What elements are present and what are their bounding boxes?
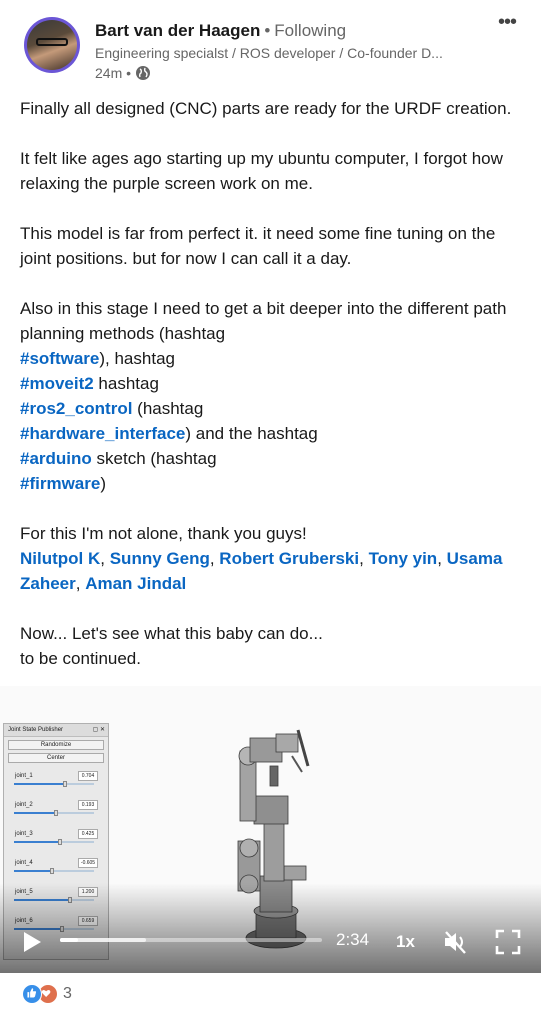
joint-slider-fill: [14, 812, 57, 814]
text-span: hashtag: [93, 374, 159, 393]
jsp-window-controls: ▢ ✕: [92, 727, 105, 733]
comma: ,: [209, 549, 220, 568]
text-span: ) and the hashtag: [185, 424, 318, 443]
post-paragraph-thanks: For this I'm not alone, thank you guys! N…: [20, 521, 525, 596]
post-paragraph-closing: Now... Let's see what this baby can do..…: [20, 621, 525, 671]
text-span: ): [100, 474, 106, 493]
joint-row: joint_4 -0.605: [8, 850, 104, 879]
post-time: 24m •: [95, 65, 132, 81]
jsp-title: Joint State Publisher: [8, 727, 64, 733]
comma: ,: [100, 549, 110, 568]
text-span: to be continued.: [20, 649, 141, 668]
joint-value-field: 0.425: [78, 829, 98, 839]
hashtag-arduino[interactable]: #arduino: [20, 449, 92, 468]
mention-link[interactable]: Robert Gruberski: [219, 549, 359, 568]
joint-slider-knob: [54, 810, 59, 816]
text-span: sketch (hashtag: [91, 449, 217, 468]
hashtag-ros2-control[interactable]: #ros2_control: [20, 399, 132, 418]
text-span: Now... Let's see what this baby can do..…: [20, 624, 323, 643]
joint-value-field: 0.704: [78, 771, 98, 781]
joint-slider-fill: [14, 783, 66, 785]
post-paragraph: It felt like ages ago starting up my ubu…: [20, 149, 503, 193]
text-span: For this I'm not alone, thank you guys!: [20, 524, 307, 543]
text-span: (hashtag: [132, 399, 204, 418]
center-button: Center: [8, 753, 104, 763]
reactions-summary[interactable]: 3: [22, 984, 72, 1004]
fullscreen-icon[interactable]: [495, 929, 521, 955]
comma: ,: [75, 574, 86, 593]
joint-slider-knob: [57, 839, 62, 845]
playback-speed-button[interactable]: 1x: [396, 932, 415, 952]
author-headline: Engineering specialst / ROS developer / …: [95, 45, 443, 61]
text-span: ), hashtag: [99, 349, 175, 368]
joint-label: joint_1: [15, 773, 33, 779]
post-paragraph: Finally all designed (CNC) parts are rea…: [20, 99, 512, 118]
mention-link[interactable]: Aman Jindal: [85, 574, 186, 593]
play-icon[interactable]: [20, 930, 44, 954]
mention-link[interactable]: Sunny Geng: [110, 549, 210, 568]
comma: ,: [359, 549, 369, 568]
hashtag-firmware[interactable]: #firmware: [20, 474, 100, 493]
video-controls: 2:34 1x: [0, 918, 541, 968]
joint-slider-knob: [63, 781, 68, 787]
author-line: Bart van der Haagen • Following: [95, 21, 346, 41]
joint-row: joint_2 0.193: [8, 792, 104, 821]
mention-link[interactable]: Nilutpol K: [20, 549, 100, 568]
hashtag-software[interactable]: #software: [20, 349, 99, 368]
joint-slider: [14, 839, 94, 845]
post-meta: 24m •: [95, 65, 151, 81]
author-name[interactable]: Bart van der Haagen: [95, 21, 260, 40]
text-span: Also in this stage I need to get a bit d…: [20, 299, 507, 343]
played-fill: [60, 938, 79, 942]
joint-row: joint_1 0.704: [8, 763, 104, 792]
joint-label: joint_4: [15, 860, 33, 866]
joint-slider: [14, 810, 94, 816]
post-paragraph: This model is far from perfect it. it ne…: [20, 224, 496, 268]
joint-slider-fill: [14, 870, 53, 872]
follow-status[interactable]: Following: [274, 21, 346, 40]
joint-value-field: -0.605: [78, 858, 98, 868]
post-body: Finally all designed (CNC) parts are rea…: [20, 96, 525, 696]
progress-bar[interactable]: [60, 938, 322, 942]
globe-icon: [136, 66, 151, 80]
hashtag-hardware-interface[interactable]: #hardware_interface: [20, 424, 185, 443]
jsp-title-bar: Joint State Publisher ▢ ✕: [4, 724, 108, 737]
separator-dot: •: [264, 21, 271, 40]
joint-slider: [14, 781, 94, 787]
video-player[interactable]: Joint State Publisher ▢ ✕ Randomize Cent…: [0, 686, 541, 973]
joint-slider-knob: [50, 868, 55, 874]
avatar-glasses: [36, 38, 68, 46]
video-duration: 2:34: [336, 930, 370, 949]
post-paragraph-hashtags: Also in this stage I need to get a bit d…: [20, 296, 525, 496]
reaction-count: 3: [63, 985, 72, 1002]
joint-slider: [14, 868, 94, 874]
hashtag-moveit2[interactable]: #moveit2: [20, 374, 94, 393]
joint-value-field: 0.193: [78, 800, 98, 810]
joint-row: joint_3 0.425: [8, 821, 104, 850]
joint-label: joint_2: [15, 802, 33, 808]
comma: ,: [437, 549, 447, 568]
like-reaction-icon: [22, 984, 42, 1004]
post-header: Bart van der Haagen • Following Engineerin…: [0, 0, 541, 90]
muted-icon[interactable]: [441, 928, 469, 956]
mention-link[interactable]: Tony yin: [369, 549, 438, 568]
more-options-icon[interactable]: •••: [496, 12, 518, 32]
randomize-button: Randomize: [8, 740, 104, 750]
avatar[interactable]: [24, 17, 80, 73]
joint-label: joint_3: [15, 831, 33, 837]
joint-slider-fill: [14, 841, 60, 843]
